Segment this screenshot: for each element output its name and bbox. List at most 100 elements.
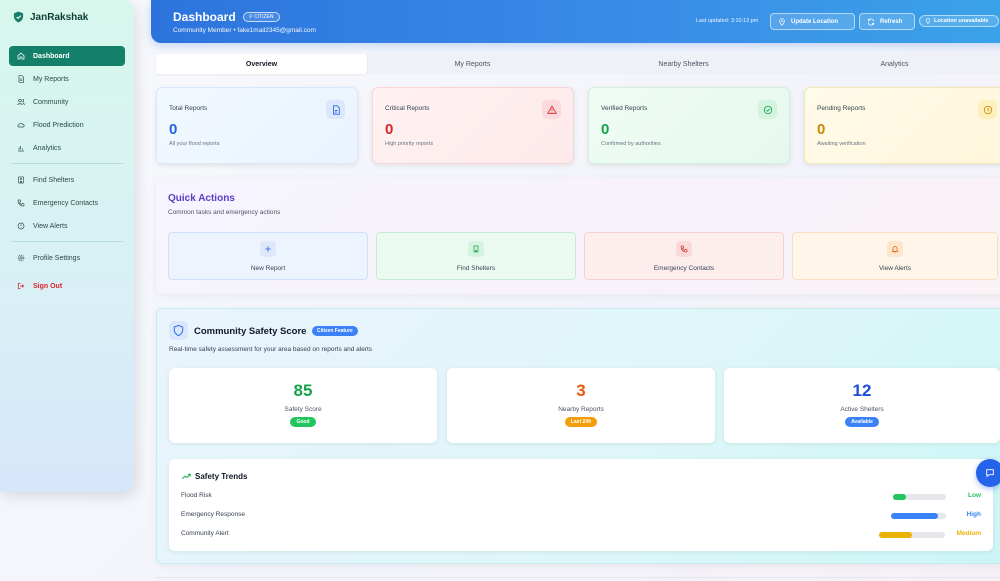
community-safety-title: Community Safety Score xyxy=(194,326,307,337)
last-updated: Last updated: 3:10:13 pm xyxy=(696,18,759,24)
sidebar-item-dashboard[interactable]: Dashboard xyxy=(9,46,125,66)
sidebar-item-profile-settings[interactable]: Profile Settings xyxy=(9,248,125,268)
users-icon xyxy=(17,99,25,106)
find-shelters-button[interactable]: Find Shelters xyxy=(376,232,576,280)
sidebar-item-flood-prediction[interactable]: Flood Prediction xyxy=(9,115,125,135)
safety-trends-panel: Safety Trends Flood Risk Low Emergency R… xyxy=(169,459,993,551)
trend-row-flood-risk: Flood Risk Low xyxy=(181,491,981,503)
sidebar-item-label: Sign Out xyxy=(33,282,63,290)
refresh-icon xyxy=(867,18,875,25)
sidebar-item-find-shelters[interactable]: Find Shelters xyxy=(9,170,125,190)
update-location-label: Update Location xyxy=(791,18,839,25)
page-title: Dashboard xyxy=(173,10,236,24)
shield-icon xyxy=(169,321,188,340)
sidebar-item-label: View Alerts xyxy=(33,222,68,230)
stat-card-verified-reports: Verified Reports 0 Confirmed by authorit… xyxy=(588,87,790,164)
sidebar-item-emergency-contacts[interactable]: Emergency Contacts xyxy=(9,193,125,213)
gear-icon xyxy=(17,254,25,262)
sidebar-item-sign-out[interactable]: Sign Out xyxy=(9,276,125,296)
find-shelters-label: Find Shelters xyxy=(456,265,496,272)
metric-label: Safety Score xyxy=(284,406,322,413)
update-location-button[interactable]: Update Location xyxy=(770,13,855,30)
tab-overview[interactable]: Overview xyxy=(156,54,367,74)
emergency-contacts-button[interactable]: Emergency Contacts xyxy=(584,232,784,280)
stat-value: 0 xyxy=(601,121,610,138)
metric-label: Active Shelters xyxy=(840,406,884,413)
metric-value: 12 xyxy=(852,381,872,400)
map-pin-icon xyxy=(779,17,785,26)
sidebar-item-label: Emergency Contacts xyxy=(33,199,98,207)
view-alerts-button[interactable]: View Alerts xyxy=(792,232,998,280)
phone-icon xyxy=(17,199,25,207)
community-safety-panel: Community Safety Score Citizen Feature R… xyxy=(156,308,1000,564)
metric-label: Nearby Reports xyxy=(558,406,604,413)
stat-value: 0 xyxy=(385,121,394,138)
home-icon xyxy=(17,52,25,60)
sidebar-item-label: My Reports xyxy=(33,75,69,83)
chat-button[interactable] xyxy=(976,459,1000,487)
trending-up-icon xyxy=(182,473,191,480)
stat-card-total-reports: Total Reports 0 All your flood reports xyxy=(156,87,358,164)
stat-value: 0 xyxy=(169,121,178,138)
sidebar: JanRakshak Dashboard My Reports Communit… xyxy=(0,0,134,492)
plus-icon xyxy=(260,241,276,257)
tab-bar: Overview My Reports Nearby Shelters Anal… xyxy=(156,54,1000,74)
tab-nearby-shelters[interactable]: Nearby Shelters xyxy=(578,54,789,74)
active-shelters-card: 12 Active Shelters Available xyxy=(724,368,1000,443)
brand-name: JanRakshak xyxy=(30,11,89,23)
trend-bar xyxy=(891,513,946,519)
refresh-label: Refresh xyxy=(880,18,903,25)
sidebar-item-label: Dashboard xyxy=(33,52,70,60)
trend-label: Flood Risk xyxy=(181,492,212,499)
trend-label: Emergency Response xyxy=(181,511,245,518)
trend-row-community-alert: Community Alert Medium xyxy=(181,529,981,541)
divider xyxy=(156,577,1000,578)
safety-score-card: 85 Safety Score Good xyxy=(169,368,437,443)
quick-actions-subtitle: Common tasks and emergency actions xyxy=(168,209,281,216)
role-badge-label: CITIZEN xyxy=(254,14,274,20)
stat-description: Confirmed by authorities xyxy=(601,141,661,147)
building-icon xyxy=(468,241,484,257)
user-subtitle: Community Member • fake1mail2345@gmail.c… xyxy=(173,27,316,34)
sidebar-divider xyxy=(11,241,123,242)
sidebar-item-analytics[interactable]: Analytics xyxy=(9,138,125,158)
sidebar-item-view-alerts[interactable]: View Alerts xyxy=(9,216,125,236)
sidebar-item-label: Find Shelters xyxy=(33,176,75,184)
sidebar-divider xyxy=(11,163,123,164)
trend-row-emergency-response: Emergency Response High xyxy=(181,510,981,522)
check-circle-icon xyxy=(758,100,777,119)
stat-value: 0 xyxy=(817,121,826,138)
community-safety-subtitle: Real-time safety assessment for your are… xyxy=(169,346,373,353)
sidebar-item-label: Community xyxy=(33,98,69,106)
sidebar-item-my-reports[interactable]: My Reports xyxy=(9,69,125,89)
refresh-button[interactable]: Refresh xyxy=(859,13,915,30)
trend-value: Low xyxy=(968,492,981,499)
chat-icon xyxy=(986,469,994,478)
file-icon xyxy=(18,75,24,83)
building-icon xyxy=(18,176,24,184)
trend-value: Medium xyxy=(956,530,981,537)
stat-label: Verified Reports xyxy=(601,105,648,112)
stat-description: High priority reports xyxy=(385,141,433,147)
location-status-label: Location unavailable xyxy=(934,18,989,24)
sidebar-item-community[interactable]: Community xyxy=(9,92,125,112)
metric-value: 3 xyxy=(576,381,586,400)
tab-analytics[interactable]: Analytics xyxy=(789,54,1000,74)
nearby-reports-card: 3 Nearby Reports Last 24h xyxy=(447,368,715,443)
quick-actions-panel: Quick Actions Common tasks and emergency… xyxy=(156,178,1000,294)
trend-label: Community Alert xyxy=(181,530,229,537)
new-report-button[interactable]: New Report xyxy=(168,232,368,280)
clock-icon xyxy=(978,100,997,119)
view-alerts-label: View Alerts xyxy=(878,265,912,272)
metric-badge: Last 24h xyxy=(564,417,598,427)
tab-my-reports[interactable]: My Reports xyxy=(367,54,578,74)
trend-bar-fill xyxy=(879,532,912,538)
stat-description: Awaiting verification xyxy=(817,141,866,147)
sidebar-nav: Dashboard My Reports Community Flood Pre… xyxy=(9,46,125,296)
brand[interactable]: JanRakshak xyxy=(13,8,125,26)
trend-bar-fill xyxy=(891,513,938,519)
trend-bar xyxy=(893,494,946,500)
emergency-contacts-label: Emergency Contacts xyxy=(653,265,715,272)
trend-bar xyxy=(879,532,945,538)
trend-value: High xyxy=(966,511,981,518)
